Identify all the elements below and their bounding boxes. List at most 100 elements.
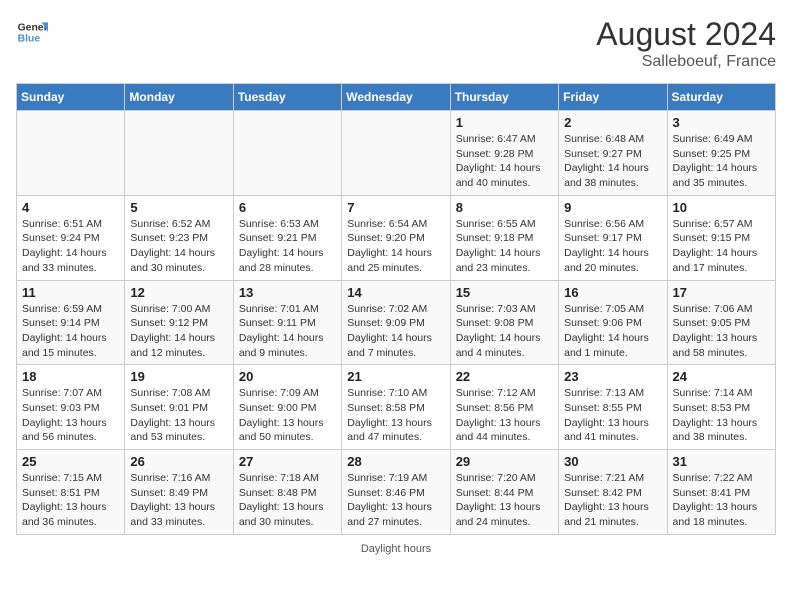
calendar-cell: 1Sunrise: 6:47 AM Sunset: 9:28 PM Daylig… <box>450 111 558 196</box>
calendar-cell: 27 Sunrise: 7:18 AM Sunset: 8:48 PM Dayli… <box>233 450 341 535</box>
day-info: Sunrise: 7:14 AM Sunset: 8:53 PM Dayligh… <box>673 386 770 445</box>
calendar-cell: 24 Sunrise: 7:14 AM Sunset: 8:53 PM Dayli… <box>667 365 775 450</box>
day-number: 12 <box>130 285 227 300</box>
calendar-week-row: 25 Sunrise: 7:15 AM Sunset: 8:51 PM Dayli… <box>17 450 776 535</box>
day-number: 16 <box>564 285 661 300</box>
day-info: Sunrise: 6:54 AM Sunset: 9:20 PM Dayligh… <box>347 217 444 276</box>
day-info: Sunrise: 7:07 AM Sunset: 9:03 PM Dayligh… <box>22 386 119 445</box>
calendar-cell <box>125 111 233 196</box>
day-info: Sunrise: 7:00 AM Sunset: 9:12 PM Dayligh… <box>130 302 227 361</box>
day-number: 9 <box>564 200 661 215</box>
day-info: Sunrise: 7:20 AM Sunset: 8:44 PM Dayligh… <box>456 471 553 530</box>
day-number: 25 <box>22 454 119 469</box>
page-header: General Blue August 2024 Salleboeuf, Fra… <box>16 16 776 71</box>
calendar-cell <box>233 111 341 196</box>
calendar-week-row: 18 Sunrise: 7:07 AM Sunset: 9:03 PM Dayli… <box>17 365 776 450</box>
day-number: 23 <box>564 369 661 384</box>
daylight-label: Daylight hours <box>361 543 431 555</box>
day-info: Sunrise: 6:56 AM Sunset: 9:17 PM Dayligh… <box>564 217 661 276</box>
calendar-cell: 25 Sunrise: 7:15 AM Sunset: 8:51 PM Dayli… <box>17 450 125 535</box>
calendar-cell: 11 Sunrise: 6:59 AM Sunset: 9:14 PM Dayli… <box>17 280 125 365</box>
calendar-cell: 30 Sunrise: 7:21 AM Sunset: 8:42 PM Dayli… <box>559 450 667 535</box>
day-number: 19 <box>130 369 227 384</box>
title-block: August 2024 Salleboeuf, France <box>596 16 776 71</box>
day-number: 7 <box>347 200 444 215</box>
day-info: Sunrise: 6:55 AM Sunset: 9:18 PM Dayligh… <box>456 217 553 276</box>
calendar-week-row: 4 Sunrise: 6:51 AM Sunset: 9:24 PM Daylig… <box>17 195 776 280</box>
calendar-cell: 10Sunrise: 6:57 AM Sunset: 9:15 PM Dayli… <box>667 195 775 280</box>
day-info: Sunrise: 6:52 AM Sunset: 9:23 PM Dayligh… <box>130 217 227 276</box>
calendar-cell: 8 Sunrise: 6:55 AM Sunset: 9:18 PM Daylig… <box>450 195 558 280</box>
calendar-cell: 20 Sunrise: 7:09 AM Sunset: 9:00 PM Dayli… <box>233 365 341 450</box>
day-info: Sunrise: 6:53 AM Sunset: 9:21 PM Dayligh… <box>239 217 336 276</box>
day-info: Sunrise: 7:18 AM Sunset: 8:48 PM Dayligh… <box>239 471 336 530</box>
day-number: 13 <box>239 285 336 300</box>
day-info: Sunrise: 7:06 AM Sunset: 9:05 PM Dayligh… <box>673 302 770 361</box>
svg-text:Blue: Blue <box>18 34 41 45</box>
header-monday: Monday <box>125 84 233 111</box>
day-info: Sunrise: 7:12 AM Sunset: 8:56 PM Dayligh… <box>456 386 553 445</box>
day-info: Sunrise: 7:01 AM Sunset: 9:11 PM Dayligh… <box>239 302 336 361</box>
day-number: 17 <box>673 285 770 300</box>
calendar-cell: 6 Sunrise: 6:53 AM Sunset: 9:21 PM Daylig… <box>233 195 341 280</box>
day-number: 4 <box>22 200 119 215</box>
calendar-cell: 9 Sunrise: 6:56 AM Sunset: 9:17 PM Daylig… <box>559 195 667 280</box>
day-number: 30 <box>564 454 661 469</box>
calendar-cell: 28Sunrise: 7:19 AM Sunset: 8:46 PM Dayli… <box>342 450 450 535</box>
calendar-cell: 13 Sunrise: 7:01 AM Sunset: 9:11 PM Dayli… <box>233 280 341 365</box>
day-number: 18 <box>22 369 119 384</box>
calendar-cell: 22 Sunrise: 7:12 AM Sunset: 8:56 PM Dayli… <box>450 365 558 450</box>
calendar-cell: 7 Sunrise: 6:54 AM Sunset: 9:20 PM Daylig… <box>342 195 450 280</box>
calendar-cell: 26 Sunrise: 7:16 AM Sunset: 8:49 PM Dayli… <box>125 450 233 535</box>
day-number: 31 <box>673 454 770 469</box>
day-info: Sunrise: 7:22 AM Sunset: 8:41 PM Dayligh… <box>673 471 770 530</box>
header-friday: Friday <box>559 84 667 111</box>
day-number: 6 <box>239 200 336 215</box>
day-info: Sunrise: 7:09 AM Sunset: 9:00 PM Dayligh… <box>239 386 336 445</box>
calendar-cell: 16 Sunrise: 7:05 AM Sunset: 9:06 PM Dayli… <box>559 280 667 365</box>
day-number: 22 <box>456 369 553 384</box>
day-number: 20 <box>239 369 336 384</box>
day-info: Sunrise: 6:49 AM Sunset: 9:25 PM Dayligh… <box>673 132 770 191</box>
day-number: 8 <box>456 200 553 215</box>
calendar-footer: Daylight hours <box>16 543 776 555</box>
calendar-cell: 12 Sunrise: 7:00 AM Sunset: 9:12 PM Dayli… <box>125 280 233 365</box>
logo: General Blue <box>16 16 48 48</box>
calendar-cell: 4 Sunrise: 6:51 AM Sunset: 9:24 PM Daylig… <box>17 195 125 280</box>
calendar-cell: 29 Sunrise: 7:20 AM Sunset: 8:44 PM Dayli… <box>450 450 558 535</box>
month-year-title: August 2024 <box>596 16 776 53</box>
header-tuesday: Tuesday <box>233 84 341 111</box>
day-info: Sunrise: 7:13 AM Sunset: 8:55 PM Dayligh… <box>564 386 661 445</box>
header-thursday: Thursday <box>450 84 558 111</box>
calendar-cell <box>17 111 125 196</box>
day-info: Sunrise: 7:05 AM Sunset: 9:06 PM Dayligh… <box>564 302 661 361</box>
day-info: Sunrise: 7:15 AM Sunset: 8:51 PM Dayligh… <box>22 471 119 530</box>
location-title: Salleboeuf, France <box>596 53 776 71</box>
day-info: Sunrise: 6:47 AM Sunset: 9:28 PM Dayligh… <box>456 132 553 191</box>
day-number: 27 <box>239 454 336 469</box>
calendar-header-row: SundayMondayTuesdayWednesdayThursdayFrid… <box>17 84 776 111</box>
day-info: Sunrise: 6:51 AM Sunset: 9:24 PM Dayligh… <box>22 217 119 276</box>
calendar-cell: 2 Sunrise: 6:48 AM Sunset: 9:27 PM Daylig… <box>559 111 667 196</box>
day-number: 11 <box>22 285 119 300</box>
day-info: Sunrise: 7:16 AM Sunset: 8:49 PM Dayligh… <box>130 471 227 530</box>
calendar-cell: 19 Sunrise: 7:08 AM Sunset: 9:01 PM Dayli… <box>125 365 233 450</box>
day-number: 29 <box>456 454 553 469</box>
day-info: Sunrise: 6:57 AM Sunset: 9:15 PM Dayligh… <box>673 217 770 276</box>
day-info: Sunrise: 7:21 AM Sunset: 8:42 PM Dayligh… <box>564 471 661 530</box>
calendar-cell: 31 Sunrise: 7:22 AM Sunset: 8:41 PM Dayli… <box>667 450 775 535</box>
day-info: Sunrise: 7:10 AM Sunset: 8:58 PM Dayligh… <box>347 386 444 445</box>
day-number: 26 <box>130 454 227 469</box>
day-info: Sunrise: 7:08 AM Sunset: 9:01 PM Dayligh… <box>130 386 227 445</box>
calendar-cell: 21Sunrise: 7:10 AM Sunset: 8:58 PM Dayli… <box>342 365 450 450</box>
calendar-week-row: 11 Sunrise: 6:59 AM Sunset: 9:14 PM Dayli… <box>17 280 776 365</box>
day-info: Sunrise: 6:48 AM Sunset: 9:27 PM Dayligh… <box>564 132 661 191</box>
day-number: 14 <box>347 285 444 300</box>
calendar-table: SundayMondayTuesdayWednesdayThursdayFrid… <box>16 83 776 535</box>
day-number: 2 <box>564 115 661 130</box>
day-info: Sunrise: 6:59 AM Sunset: 9:14 PM Dayligh… <box>22 302 119 361</box>
day-info: Sunrise: 7:19 AM Sunset: 8:46 PM Dayligh… <box>347 471 444 530</box>
day-number: 3 <box>673 115 770 130</box>
day-info: Sunrise: 7:03 AM Sunset: 9:08 PM Dayligh… <box>456 302 553 361</box>
day-number: 24 <box>673 369 770 384</box>
